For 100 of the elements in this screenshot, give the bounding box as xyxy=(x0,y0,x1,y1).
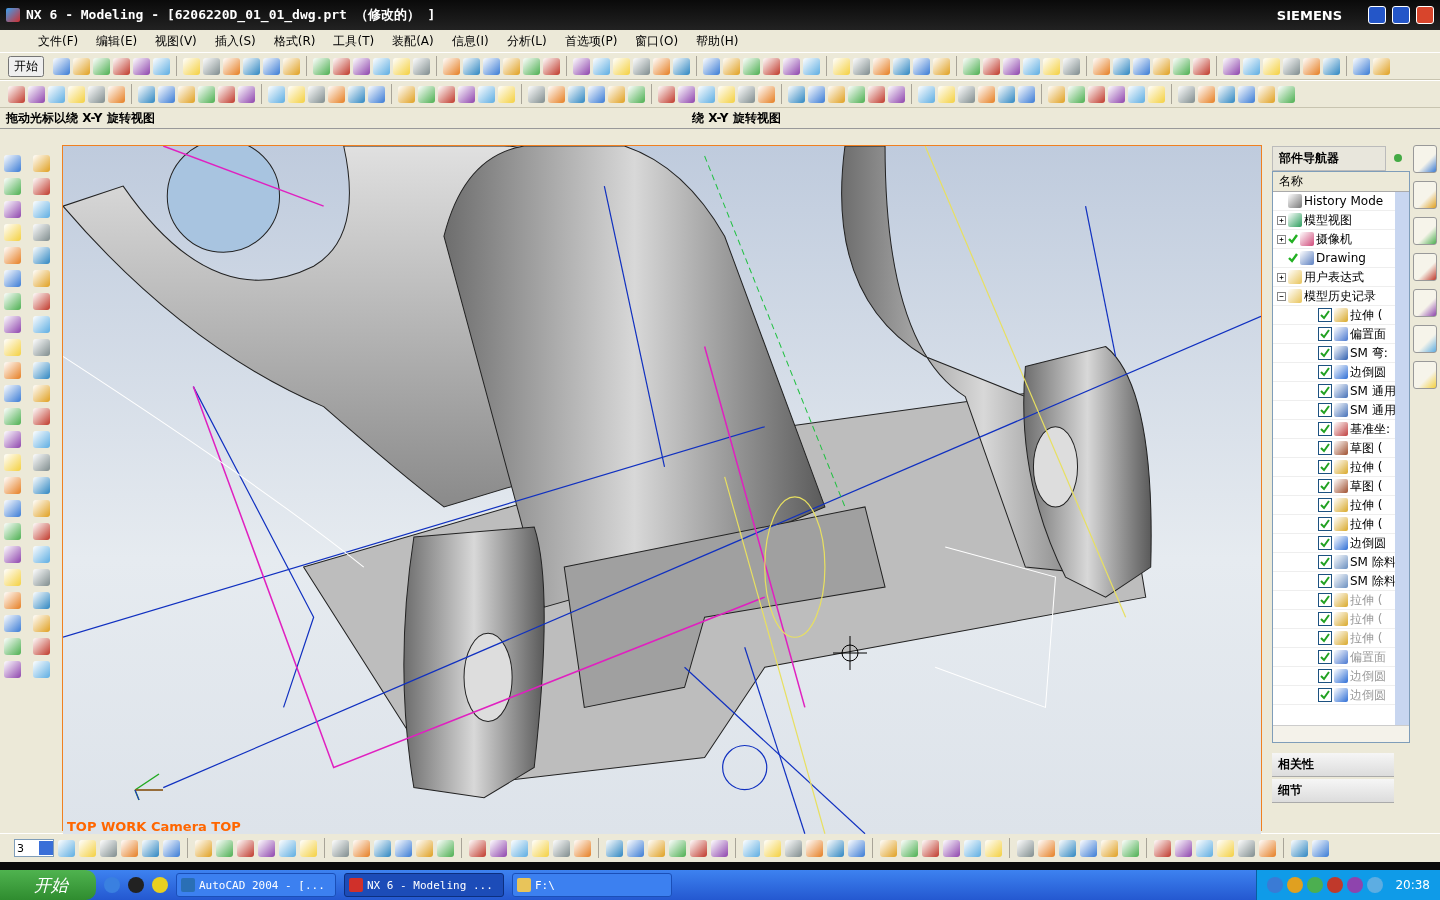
resource-tab[interactable] xyxy=(1413,361,1437,389)
checkbox[interactable] xyxy=(1318,346,1332,360)
tool-icon[interactable] xyxy=(543,57,560,75)
tool-icon[interactable] xyxy=(418,85,435,103)
tool-icon[interactable] xyxy=(1023,57,1040,75)
tool-icon[interactable] xyxy=(4,293,21,310)
tool-icon[interactable] xyxy=(873,57,890,75)
checkbox[interactable] xyxy=(1318,422,1332,436)
taskbar-button[interactable]: NX 6 - Modeling ... xyxy=(344,873,504,897)
resource-tab[interactable] xyxy=(1413,217,1437,245)
tool-icon[interactable] xyxy=(33,408,50,425)
tool-icon[interactable] xyxy=(279,839,296,857)
tool-icon[interactable] xyxy=(901,839,918,857)
tool-icon[interactable] xyxy=(308,85,325,103)
tool-icon[interactable] xyxy=(743,57,760,75)
resource-tab[interactable] xyxy=(1413,145,1437,173)
tree-item[interactable]: 草图 ( xyxy=(1350,439,1383,457)
tree-item[interactable]: 模型历史记录 xyxy=(1304,287,1376,305)
tool-icon[interactable] xyxy=(1018,85,1035,103)
taskbar-button[interactable]: F:\ xyxy=(512,873,672,897)
tool-icon[interactable] xyxy=(588,85,605,103)
panel-header[interactable]: 相关性 xyxy=(1272,753,1394,777)
tree-item[interactable]: 草图 ( xyxy=(1350,477,1383,495)
tool-icon[interactable] xyxy=(88,85,105,103)
tool-icon[interactable] xyxy=(33,155,50,172)
tree-item[interactable]: SM 除料 xyxy=(1350,553,1395,571)
tool-icon[interactable] xyxy=(333,57,350,75)
tool-icon[interactable] xyxy=(33,592,50,609)
tool-icon[interactable] xyxy=(353,57,370,75)
tool-icon[interactable] xyxy=(33,615,50,632)
tool-icon[interactable] xyxy=(1038,839,1055,857)
tray-icon[interactable] xyxy=(1267,877,1284,893)
tool-icon[interactable] xyxy=(958,85,975,103)
tool-icon[interactable] xyxy=(573,57,590,75)
tool-icon[interactable] xyxy=(283,57,300,75)
tool-icon[interactable] xyxy=(158,85,175,103)
tool-icon[interactable] xyxy=(633,57,650,75)
tool-icon[interactable] xyxy=(490,839,507,857)
tool-icon[interactable] xyxy=(4,661,21,678)
panel-header[interactable]: 细节 xyxy=(1272,779,1394,803)
tool-icon[interactable] xyxy=(548,85,565,103)
tool-icon[interactable] xyxy=(1088,85,1105,103)
tool-icon[interactable] xyxy=(1303,57,1320,75)
tool-icon[interactable] xyxy=(1258,85,1275,103)
tool-icon[interactable] xyxy=(880,839,897,857)
tool-icon[interactable] xyxy=(698,85,715,103)
tool-icon[interactable] xyxy=(1128,85,1145,103)
tool-icon[interactable] xyxy=(33,362,50,379)
tool-icon[interactable] xyxy=(33,339,50,356)
checkbox[interactable] xyxy=(1318,384,1332,398)
tool-icon[interactable] xyxy=(483,57,500,75)
tool-icon[interactable] xyxy=(1063,57,1080,75)
tool-icon[interactable] xyxy=(803,57,820,75)
tool-icon[interactable] xyxy=(523,57,540,75)
tree-item[interactable]: SM 通用 xyxy=(1350,382,1395,400)
tool-icon[interactable] xyxy=(738,85,755,103)
expand-icon[interactable] xyxy=(1277,272,1286,282)
tool-icon[interactable] xyxy=(373,57,390,75)
tool-icon[interactable] xyxy=(33,293,50,310)
tool-icon[interactable] xyxy=(568,85,585,103)
tool-icon[interactable] xyxy=(783,57,800,75)
tool-icon[interactable] xyxy=(73,57,90,75)
tool-icon[interactable] xyxy=(627,839,644,857)
tool-icon[interactable] xyxy=(723,57,740,75)
menu-item[interactable]: 信息(I) xyxy=(443,30,497,52)
tool-icon[interactable] xyxy=(4,155,21,172)
tool-icon[interactable] xyxy=(398,85,415,103)
tool-icon[interactable] xyxy=(138,85,155,103)
tool-icon[interactable] xyxy=(48,85,65,103)
tool-icon[interactable] xyxy=(628,85,645,103)
tool-icon[interactable] xyxy=(195,839,212,857)
tool-icon[interactable] xyxy=(368,85,385,103)
tool-icon[interactable] xyxy=(893,57,910,75)
tool-icon[interactable] xyxy=(788,85,805,103)
tree-item[interactable]: 边倒圆 xyxy=(1350,363,1386,381)
tool-icon[interactable] xyxy=(4,431,21,448)
tool-icon[interactable] xyxy=(593,57,610,75)
tree-item[interactable]: 基准坐: xyxy=(1350,420,1391,438)
tree-item[interactable]: 边倒圆 xyxy=(1350,534,1386,552)
tool-icon[interactable] xyxy=(669,839,686,857)
checkbox[interactable] xyxy=(1318,308,1332,322)
tree-item[interactable]: 拉伸 ( xyxy=(1350,515,1383,533)
tool-icon[interactable] xyxy=(437,839,454,857)
tool-icon[interactable] xyxy=(1154,839,1171,857)
tool-icon[interactable] xyxy=(4,592,21,609)
tool-icon[interactable] xyxy=(1291,839,1308,857)
tree-item[interactable]: 拉伸 ( xyxy=(1350,306,1383,324)
tool-icon[interactable] xyxy=(203,57,220,75)
tool-icon[interactable] xyxy=(673,57,690,75)
tool-icon[interactable] xyxy=(1198,85,1215,103)
tool-icon[interactable] xyxy=(848,839,865,857)
tool-icon[interactable] xyxy=(353,839,370,857)
menu-item[interactable]: 编辑(E) xyxy=(88,30,146,52)
tool-icon[interactable] xyxy=(163,839,180,857)
resource-tab[interactable] xyxy=(1413,289,1437,317)
tool-icon[interactable] xyxy=(243,57,260,75)
maximize-button[interactable] xyxy=(1392,6,1410,24)
tool-icon[interactable] xyxy=(763,57,780,75)
checkbox[interactable] xyxy=(1318,498,1332,512)
tool-icon[interactable] xyxy=(806,839,823,857)
